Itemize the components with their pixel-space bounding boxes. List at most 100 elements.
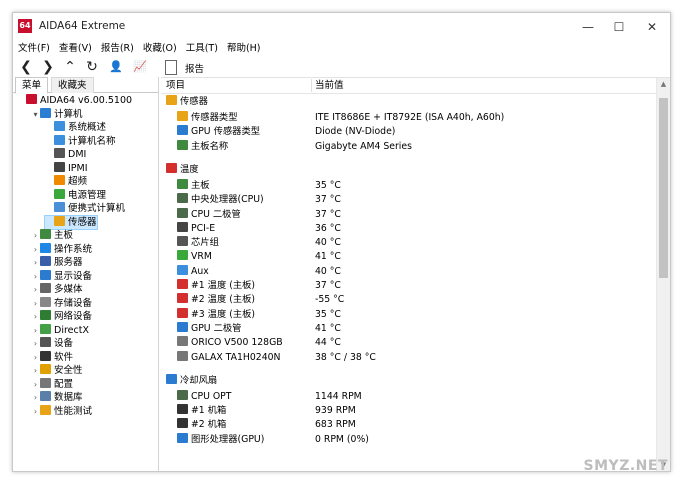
tree-item[interactable]: 传感器 [44, 214, 98, 230]
expand-icon[interactable]: › [31, 229, 40, 243]
list-item[interactable]: #3 温度 (主板) 35 °C [161, 307, 657, 322]
menu-item-4[interactable]: 工具(T) [186, 41, 218, 57]
report-icon[interactable] [165, 60, 177, 75]
collapse-icon[interactable]: ▾ [31, 108, 40, 122]
tree-item[interactable]: › 主板 [31, 229, 73, 243]
list-item[interactable]: 传感器类型 ITE IT8686E + IT8792E (ISA A40h, A6… [161, 111, 657, 125]
section-header[interactable]: 传感器 [161, 95, 657, 109]
expand-icon[interactable]: › [31, 405, 40, 419]
list-item[interactable]: GPU 传感器类型 Diode (NV-Diode) [161, 125, 657, 139]
expand-icon[interactable]: › [31, 364, 40, 378]
back-arrow-icon[interactable]: ❮ [17, 58, 35, 76]
tree-item[interactable]: › 软件 [31, 350, 73, 365]
expand-icon[interactable]: › [31, 310, 40, 324]
expand-icon[interactable]: › [31, 270, 40, 284]
column-separator[interactable] [311, 79, 312, 92]
vertical-scrollbar[interactable]: ▲ ▼ [656, 78, 670, 471]
fan-icon [166, 373, 177, 384]
menu-item-0[interactable]: 文件(F) [18, 41, 50, 57]
tree-item[interactable]: DMI [45, 148, 86, 162]
expand-icon[interactable]: › [31, 378, 40, 392]
expand-icon[interactable]: › [31, 337, 40, 351]
tree-item[interactable]: 系统概述 [45, 121, 106, 135]
up-arrow-icon[interactable]: ⌃ [61, 58, 79, 76]
section-header[interactable]: 冷却风扇 [161, 373, 657, 388]
expand-icon[interactable]: › [31, 256, 40, 270]
tab-menu[interactable]: 菜单 [15, 77, 49, 94]
minimize-button[interactable]: — [573, 17, 603, 37]
menu-item-3[interactable]: 收藏(O) [143, 41, 177, 57]
section-header[interactable]: 温度 [161, 162, 657, 177]
list-item[interactable]: #2 机箱 683 RPM [161, 418, 657, 432]
tree-item[interactable]: › 设备 [31, 337, 73, 351]
config-icon [40, 377, 51, 388]
tree-item[interactable]: › 显示设备 [31, 269, 92, 284]
menu-item-1[interactable]: 查看(V) [59, 41, 92, 57]
expand-icon[interactable]: › [31, 283, 40, 297]
list-item[interactable]: 主板 35 °C [161, 178, 657, 193]
expand-icon[interactable]: › [31, 324, 40, 338]
tree-item[interactable]: 超频 [45, 175, 87, 189]
tab-favorites[interactable]: 收藏夹 [51, 77, 94, 93]
tree-item[interactable]: › 安全性 [31, 364, 83, 378]
list-item[interactable]: #2 温度 (主板) -55 °C [161, 293, 657, 307]
report-button[interactable]: 报告 [185, 61, 204, 75]
chart-icon[interactable]: 📈 [131, 58, 149, 76]
tree-item[interactable]: 便携式计算机 [45, 202, 125, 216]
tree-item[interactable]: › 多媒体 [31, 283, 83, 297]
expand-icon[interactable]: › [31, 391, 40, 405]
tree-item[interactable]: IPMI [45, 161, 88, 176]
forward-arrow-icon[interactable]: ❯ [39, 58, 57, 76]
tree-item[interactable]: › 服务器 [31, 256, 83, 270]
tree-item-label: 存储设备 [54, 297, 93, 309]
expand-icon[interactable]: › [31, 243, 40, 257]
monitor-icon [54, 121, 65, 131]
tree-item[interactable]: › 性能测试 [31, 404, 92, 419]
item-label: #2 机箱 [191, 419, 227, 431]
tree-item[interactable]: › 网络设备 [31, 310, 92, 324]
refresh-icon[interactable]: ↻ [83, 58, 101, 76]
list-item[interactable]: VRM 41 °C [161, 250, 657, 264]
tree-item-label: 配置 [54, 378, 74, 390]
tree-item[interactable]: › 操作系统 [31, 242, 92, 257]
tree-item[interactable]: AIDA64 v6.00.5100 [17, 94, 132, 108]
expand-icon[interactable]: › [31, 297, 40, 311]
item-value: 37 °C [315, 194, 341, 206]
list-item[interactable]: CPU 二极管 37 °C [161, 207, 657, 222]
list-item[interactable]: #1 机箱 939 RPM [161, 404, 657, 418]
list-item[interactable]: Aux 40 °C [161, 264, 657, 279]
column-item-header[interactable]: 项目 [166, 78, 185, 93]
list-item[interactable]: ORICO V500 128GB 44 °C [161, 336, 657, 350]
scroll-up-arrow-icon[interactable]: ▲ [657, 80, 670, 88]
list-item[interactable]: CPU OPT 1144 RPM [161, 389, 657, 404]
tree-item[interactable]: › 配置 [31, 377, 74, 392]
motherboard-icon [177, 178, 188, 189]
menu-item-2[interactable]: 报告(R) [101, 41, 134, 57]
tree-item[interactable]: 计算机名称 [45, 134, 116, 149]
close-button[interactable]: ✕ [637, 17, 667, 37]
list-item[interactable]: GALAX TA1H0240N 38 °C / 38 °C [161, 350, 657, 365]
item-label: #1 机箱 [191, 405, 227, 417]
flame-icon [54, 175, 65, 185]
list-item[interactable]: 图形处理器(GPU) 0 RPM (0%) [161, 432, 657, 447]
list-item[interactable]: PCI-E 36 °C [161, 221, 657, 236]
list-item[interactable]: GPU 二极管 41 °C [161, 321, 657, 336]
dmi-icon [54, 148, 65, 158]
list-item[interactable]: 中央处理器(CPU) 37 °C [161, 193, 657, 207]
tree-item[interactable]: › 存储设备 [31, 296, 93, 311]
user-icon[interactable]: 👤 [107, 58, 125, 76]
tree-item[interactable]: 电源管理 [45, 188, 106, 203]
list-item[interactable]: 芯片组 40 °C [161, 236, 657, 250]
tree-item[interactable]: › 数据库 [31, 391, 83, 405]
title-bar: 64 AIDA64 Extreme — ☐ ✕ [13, 13, 670, 41]
tree-item[interactable]: › DirectX [31, 323, 89, 338]
maximize-button[interactable]: ☐ [604, 17, 634, 37]
list-item[interactable]: #1 温度 (主板) 37 °C [161, 279, 657, 293]
menu-item-5[interactable]: 帮助(H) [227, 41, 261, 57]
item-label: 主板名称 [191, 140, 229, 152]
list-item[interactable]: 主板名称 Gigabyte AM4 Series [161, 139, 657, 154]
tree-item[interactable]: ▾ 计算机 [31, 107, 83, 122]
expand-icon[interactable]: › [31, 351, 40, 365]
column-value-header[interactable]: 当前值 [315, 78, 344, 93]
scrollbar-thumb[interactable] [659, 98, 668, 278]
